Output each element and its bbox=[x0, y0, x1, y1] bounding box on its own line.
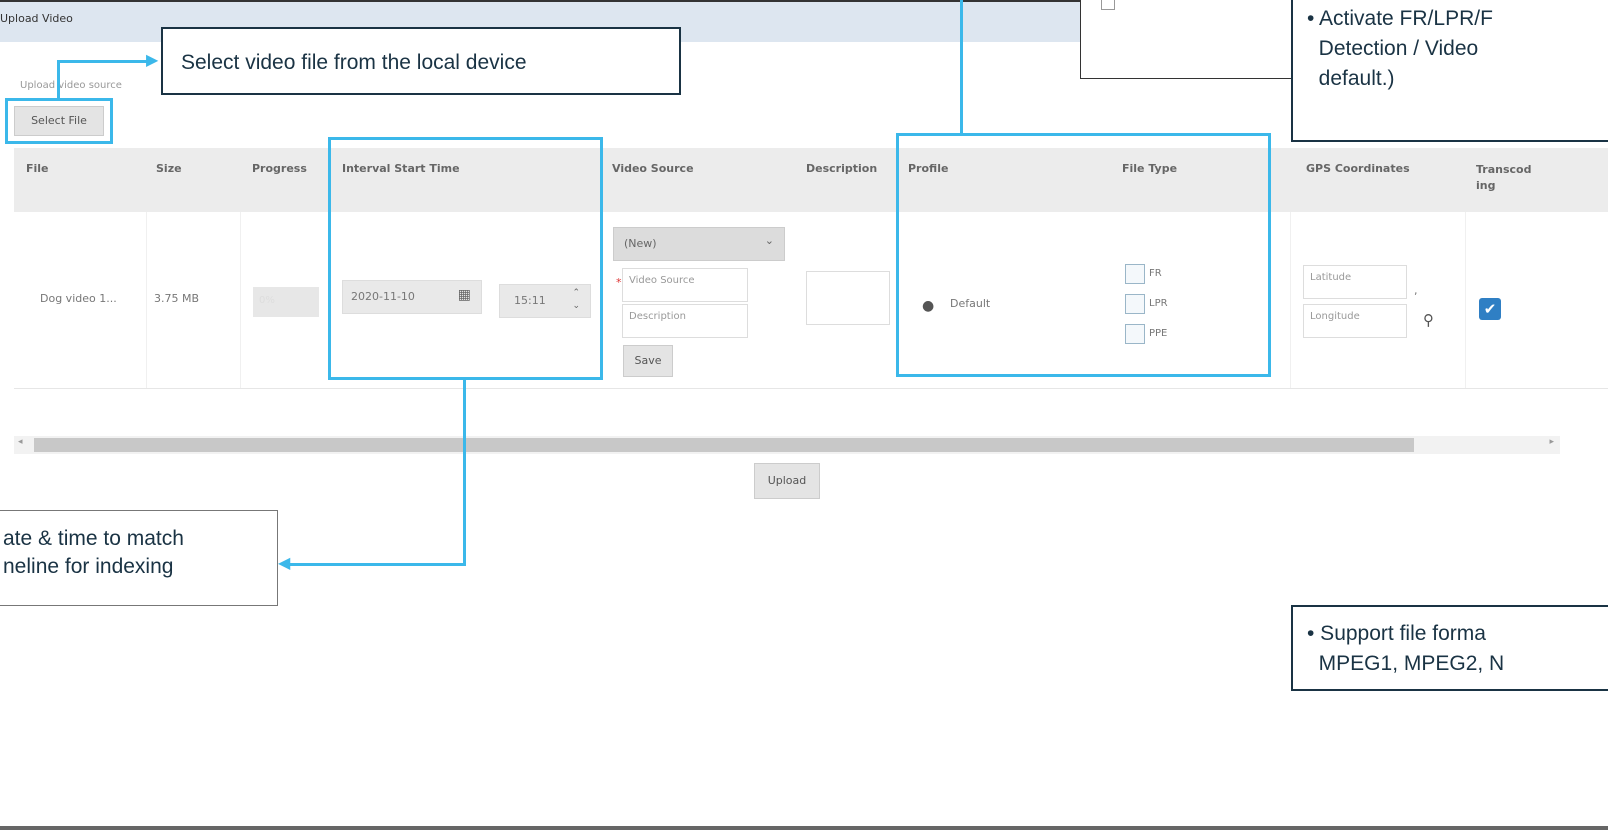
highlight-interval-start-time bbox=[328, 137, 603, 380]
horizontal-scrollbar[interactable]: ◂ ▸ bbox=[14, 436, 1560, 454]
highlight-profile-file-type bbox=[896, 133, 1271, 377]
col-transcoding: Transcod ing bbox=[1476, 163, 1532, 192]
callout-supported-formats: • Support file forma MPEG1, MPEG2, N bbox=[1291, 605, 1608, 691]
connector-interval-horizontal bbox=[290, 563, 466, 566]
frame-bottom-border bbox=[0, 826, 1608, 830]
file-name: Dog video 1... bbox=[40, 292, 117, 305]
connector-interval-vertical bbox=[463, 378, 466, 566]
connector-profile-vertical bbox=[960, 0, 963, 134]
save-button[interactable]: Save bbox=[623, 345, 673, 377]
col-video-source: Video Source bbox=[612, 162, 694, 175]
description-input-small[interactable]: Description bbox=[622, 304, 748, 338]
col-size: Size bbox=[156, 162, 182, 175]
arrow-right-icon: ▶ bbox=[146, 50, 159, 69]
highlight-select-file bbox=[5, 98, 113, 144]
window-title: Upload Video bbox=[0, 12, 73, 25]
inset-screenshot bbox=[1080, 0, 1292, 79]
video-source-selected: (New) bbox=[624, 237, 657, 250]
progress-bar: 0% bbox=[253, 287, 319, 317]
arrow-left-icon: ◀ bbox=[278, 553, 291, 572]
col-gps-coordinates: GPS Coordinates bbox=[1306, 162, 1410, 175]
callout-date-time: ate & time to match neline for indexing bbox=[0, 510, 278, 606]
connector-select-file-vertical bbox=[57, 60, 60, 100]
scrollbar-thumb[interactable] bbox=[34, 438, 1414, 452]
connector-select-file-horizontal bbox=[57, 60, 151, 63]
checkmark-icon: ✔ bbox=[1483, 300, 1497, 318]
col-description: Description bbox=[806, 162, 878, 175]
callout-select-file: Select video file from the local device bbox=[161, 27, 681, 95]
callout-activate-detection: • Activate FR/LPR/F Detection / Video de… bbox=[1291, 0, 1608, 142]
description-input[interactable] bbox=[806, 271, 890, 325]
upload-button[interactable]: Upload bbox=[754, 463, 820, 499]
progress-value: 0% bbox=[259, 295, 275, 306]
col-file: File bbox=[26, 162, 49, 175]
table-header: File Size Progress Interval Start Time V… bbox=[14, 148, 1608, 212]
scroll-left-icon[interactable]: ◂ bbox=[18, 437, 23, 447]
longitude-input[interactable]: Longitude bbox=[1303, 304, 1407, 338]
video-source-select[interactable]: (New) ⌄ bbox=[613, 227, 785, 261]
map-pin-icon[interactable]: ⚲ bbox=[1423, 311, 1434, 329]
upload-source-line: Upload video source bbox=[20, 80, 122, 91]
coordinate-separator: , bbox=[1414, 284, 1418, 297]
video-source-input[interactable]: Video Source bbox=[622, 268, 748, 302]
required-star-icon: * bbox=[616, 276, 622, 289]
inset-checkbox bbox=[1101, 0, 1115, 10]
latitude-input[interactable]: Latitude bbox=[1303, 265, 1407, 299]
col-progress: Progress bbox=[252, 162, 307, 175]
chevron-down-icon: ⌄ bbox=[764, 234, 774, 247]
file-size: 3.75 MB bbox=[154, 292, 200, 305]
scroll-right-icon[interactable]: ▸ bbox=[1549, 437, 1554, 447]
transcoding-checkbox[interactable]: ✔ bbox=[1479, 298, 1501, 320]
